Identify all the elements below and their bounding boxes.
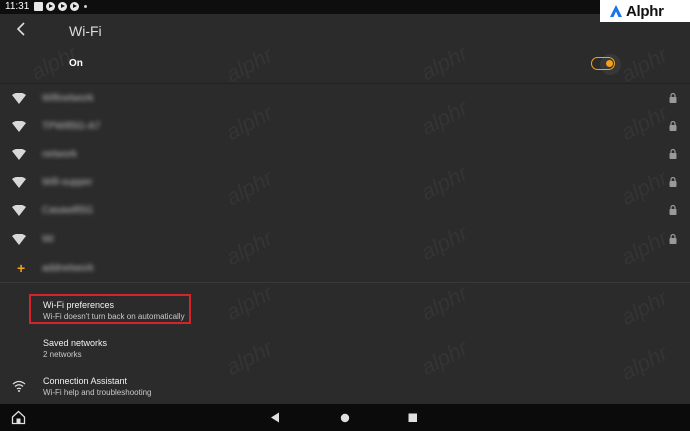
- nav-back-icon[interactable]: [270, 412, 280, 423]
- pref-subtitle: Wi-Fi help and troubleshooting: [43, 388, 152, 397]
- wifi-signal-icon: [12, 234, 26, 245]
- wifi-signal-icon: [12, 177, 26, 188]
- add-network-name: addnetwork: [42, 263, 94, 274]
- add-network-item[interactable]: + addnetwork: [0, 255, 690, 283]
- toggle-knob: [605, 59, 613, 67]
- network-item[interactable]: Wifinetwork: [0, 85, 690, 113]
- network-name: Wifi-supper: [42, 177, 93, 188]
- wifi-toggle-row[interactable]: On: [0, 46, 690, 84]
- network-name: Wi: [42, 234, 54, 245]
- lock-icon: [669, 149, 677, 159]
- network-name: network: [42, 149, 78, 160]
- saved-networks-item[interactable]: Saved networks 2 networks: [0, 334, 690, 370]
- network-item[interactable]: TPWifi5G-A7: [0, 113, 690, 141]
- lock-icon: [669, 234, 677, 244]
- network-item[interactable]: Casawifi5G: [0, 197, 690, 225]
- lock-icon: [669, 205, 677, 215]
- nav-recents-icon[interactable]: [408, 413, 418, 423]
- pref-subtitle: 2 networks: [43, 350, 82, 359]
- network-name: Wifinetwork: [42, 93, 94, 104]
- network-name: TPWifi5G-A7: [42, 121, 101, 132]
- page-title: Wi-Fi: [69, 23, 102, 39]
- back-arrow-icon[interactable]: [14, 21, 30, 37]
- app-bar: Wi-Fi: [0, 14, 690, 46]
- network-item[interactable]: network: [0, 141, 690, 169]
- status-bar: 11:31: [0, 0, 690, 14]
- wifi-signal-icon: [12, 149, 26, 160]
- add-icon: +: [17, 260, 26, 276]
- navigation-bar: [0, 404, 690, 431]
- status-time: 11:31: [5, 1, 30, 12]
- connection-assistant-item[interactable]: Connection Assistant Wi-Fi help and trou…: [0, 372, 690, 408]
- network-name: Casawifi5G: [42, 205, 94, 216]
- pref-title: Connection Assistant: [43, 376, 128, 386]
- lock-icon: [669, 93, 677, 103]
- more-notifications-icon: [84, 5, 87, 8]
- pref-title: Saved networks: [43, 338, 108, 348]
- play-notification-icon: [58, 2, 67, 11]
- image-notification-icon: [34, 2, 43, 11]
- home-icon[interactable]: [11, 410, 26, 425]
- play-notification-icon: [70, 2, 79, 11]
- wifi-signal-icon: [12, 205, 26, 216]
- notification-icons: [34, 2, 87, 11]
- network-item[interactable]: Wifi-supper: [0, 169, 690, 197]
- network-item[interactable]: Wi: [0, 226, 690, 254]
- wifi-toggle-label: On: [69, 58, 83, 69]
- wifi-signal-icon: [12, 93, 26, 104]
- wifi-signal-icon: [12, 121, 26, 132]
- highlight-box: [29, 294, 191, 324]
- play-notification-icon: [46, 2, 55, 11]
- divider: [0, 282, 690, 283]
- lock-icon: [669, 121, 677, 131]
- nav-home-icon[interactable]: [340, 413, 350, 423]
- wifi-assistant-icon: [12, 380, 26, 392]
- wifi-toggle-switch[interactable]: [591, 57, 615, 70]
- lock-icon: [669, 177, 677, 187]
